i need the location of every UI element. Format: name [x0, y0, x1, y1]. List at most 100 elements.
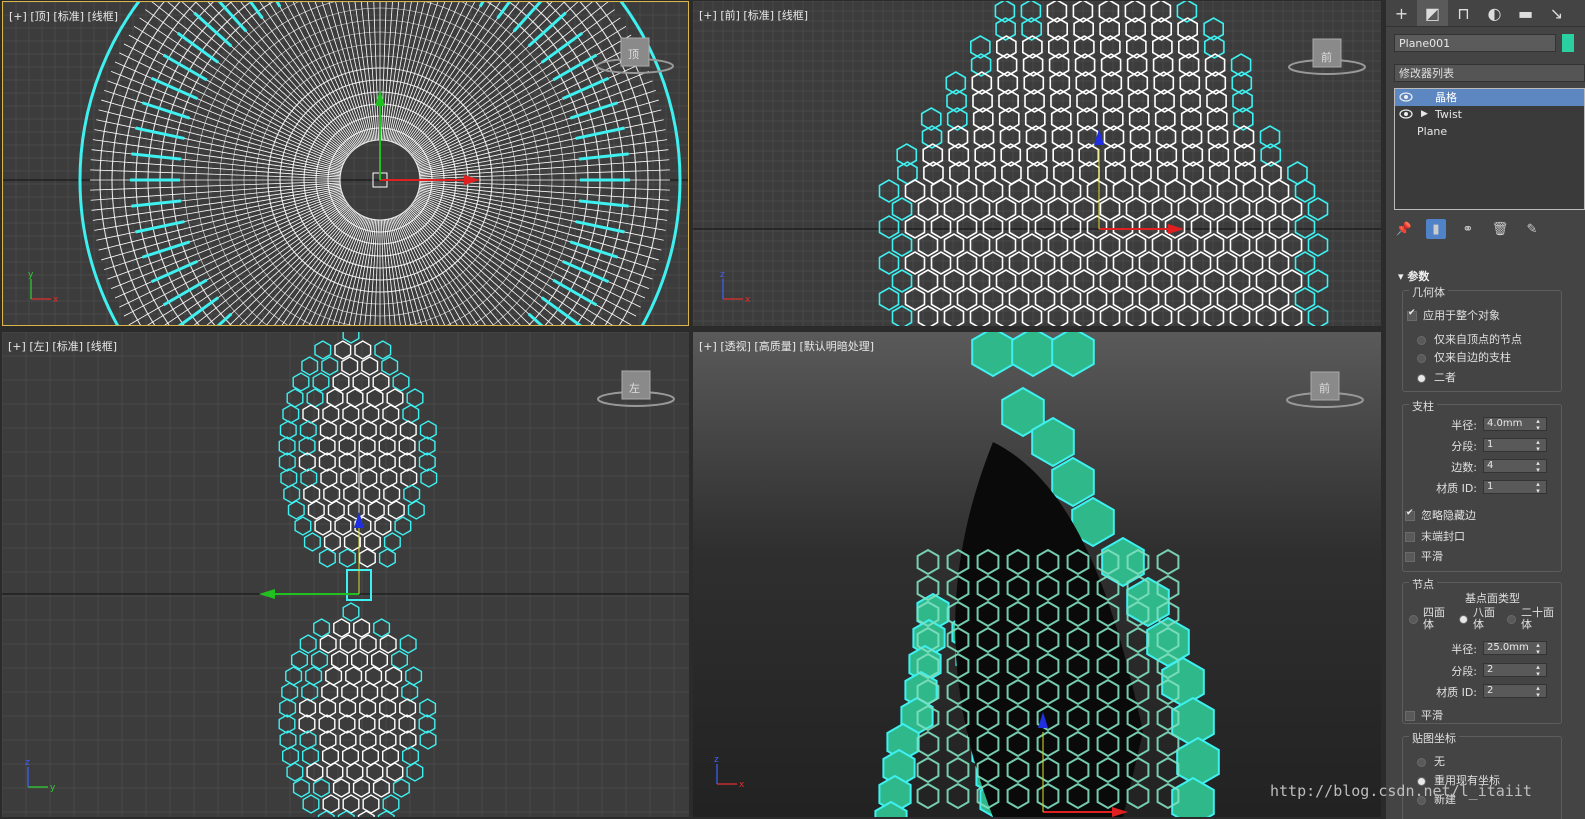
parameters-rollout-header[interactable]: ▾ 参数: [1398, 268, 1429, 284]
viewport-mode-label[interactable]: [默认明暗处理]: [800, 340, 875, 353]
checkbox-box[interactable]: [1407, 308, 1417, 321]
viewport-menu-plus[interactable]: [+]: [699, 9, 717, 22]
ignore-hidden-edges-checkbox[interactable]: 忽略隐藏边: [1405, 507, 1565, 523]
joint-segments-spinner[interactable]: 2: [1483, 663, 1547, 677]
lattice-hex-cell: [363, 484, 381, 504]
checkbox-box[interactable]: [1405, 552, 1415, 562]
radio-dot[interactable]: [1417, 353, 1426, 363]
viewport-front[interactable]: [+] [前] [标准] [线框] xz 前: [693, 1, 1381, 326]
checkbox-box[interactable]: [1405, 711, 1415, 721]
both-radio[interactable]: 二者: [1417, 369, 1577, 385]
strut-smooth-checkbox[interactable]: 平滑: [1405, 548, 1565, 564]
lattice-hex-cell: [1073, 197, 1095, 221]
lattice-hex-cell: [360, 468, 378, 488]
radio-dot[interactable]: [1459, 615, 1468, 624]
viewport-menu-plus[interactable]: [+]: [8, 340, 26, 353]
viewport-shading-label[interactable]: [标准]: [743, 9, 774, 22]
lattice-hex-cell: [1047, 233, 1069, 257]
configure-sets-icon[interactable]: ✎: [1522, 219, 1542, 239]
radio-dot[interactable]: [1417, 373, 1426, 383]
viewport-mode-label[interactable]: [线框]: [778, 9, 809, 22]
radio-dot[interactable]: [1409, 615, 1418, 624]
modifier-stack-item-twist[interactable]: ▶ Twist: [1395, 106, 1584, 123]
modifier-stack[interactable]: 晶格 ▶ Twist Plane: [1394, 88, 1585, 210]
end-caps-checkbox[interactable]: 末端封口: [1405, 528, 1565, 544]
modifier-stack-toolbar: 📌 ▮ ⚭ 🗑 ✎: [1394, 218, 1585, 240]
icosa-radio[interactable]: 二十面体: [1507, 607, 1563, 631]
lattice-hex-cell: [318, 452, 336, 472]
lattice-hex-cell: [956, 287, 978, 311]
lattice-hex-cell: [351, 650, 368, 670]
create-tab-icon[interactable]: +: [1386, 0, 1417, 26]
viewcube-face-label[interactable]: 前: [1321, 49, 1332, 65]
radio-dot[interactable]: [1507, 615, 1516, 624]
mapping-none-radio[interactable]: 无: [1417, 753, 1577, 769]
lattice-joint: [1051, 456, 1095, 508]
display-tab-icon[interactable]: ▬: [1510, 0, 1541, 26]
viewport-pov-label[interactable]: [顶]: [30, 10, 50, 23]
modifier-stack-item-lattice[interactable]: 晶格: [1395, 89, 1584, 106]
viewport-top[interactable]: [+] [顶] [标准] [线框] xy 顶: [2, 1, 689, 326]
struts-only-radio[interactable]: 仅来自边的支柱: [1417, 349, 1577, 365]
pin-stack-icon[interactable]: 📌: [1394, 219, 1414, 239]
octa-radio[interactable]: 八面体: [1459, 607, 1509, 631]
joint-radius-spinner[interactable]: 25.0mm: [1483, 641, 1547, 655]
modifier-list-dropdown[interactable]: 修改器列表: [1394, 64, 1585, 82]
strut-segments-spinner[interactable]: 1: [1483, 438, 1547, 452]
corner-axis-label: x: [53, 295, 59, 305]
viewport-pov-label[interactable]: [透视]: [720, 340, 751, 353]
checkbox-box[interactable]: [1405, 508, 1415, 521]
lattice-joint: [1011, 332, 1055, 378]
lattice-hex-cell: [303, 532, 321, 552]
viewcube-face-label[interactable]: 顶: [628, 46, 639, 62]
strut-radius-spinner[interactable]: 4.0mm: [1483, 417, 1547, 431]
radio-dot[interactable]: [1417, 757, 1426, 767]
radio-label: 四面体: [1423, 606, 1445, 631]
lattice-hex-cell: [342, 602, 360, 622]
strut-matid-spinner[interactable]: 1: [1483, 480, 1547, 494]
apply-to-entire-object-checkbox[interactable]: 应用于整个对象: [1407, 307, 1567, 323]
lattice-hex-cell: [1216, 251, 1238, 275]
checkbox-box[interactable]: [1405, 532, 1415, 542]
show-end-result-icon[interactable]: ▮: [1426, 219, 1446, 239]
viewcube-face-label[interactable]: 前: [1319, 380, 1330, 396]
viewport-left[interactable]: [+] [左] [标准] [线框] yz 左: [2, 332, 689, 817]
lattice-hex-cell: [1294, 251, 1316, 275]
lattice-hex-cell: [878, 215, 900, 239]
viewport-shading-label[interactable]: [高质量]: [754, 340, 796, 353]
lattice-hex-cell: [366, 762, 384, 782]
make-unique-icon[interactable]: ⚭: [1458, 219, 1478, 239]
object-color-swatch[interactable]: [1562, 34, 1574, 52]
radio-label: 无: [1434, 755, 1445, 768]
object-name-field[interactable]: Plane001: [1394, 34, 1556, 52]
viewport-shading-label[interactable]: [标准]: [52, 340, 83, 353]
modifier-stack-item-plane[interactable]: Plane: [1395, 123, 1584, 140]
viewport-mode-label[interactable]: [线框]: [88, 10, 119, 23]
modify-tab-icon[interactable]: ◩: [1417, 0, 1448, 26]
viewcube-face-label[interactable]: 左: [629, 380, 640, 396]
joints-only-radio[interactable]: 仅来自顶点的节点: [1417, 331, 1577, 347]
lattice-joint: [1176, 736, 1220, 788]
viewport-pov-label[interactable]: [前]: [720, 9, 740, 22]
viewport-menu-plus[interactable]: [+]: [9, 10, 27, 23]
lattice-hex-cell: [1099, 305, 1121, 326]
remove-modifier-icon[interactable]: 🗑: [1490, 219, 1510, 239]
joint-matid-spinner[interactable]: 2: [1483, 684, 1547, 698]
viewport-pov-label[interactable]: [左]: [29, 340, 49, 353]
strut-sides-spinner[interactable]: 4: [1483, 459, 1547, 473]
viewport-mode-label[interactable]: [线框]: [87, 340, 118, 353]
motion-tab-icon[interactable]: ◐: [1479, 0, 1510, 26]
viewport-shading-label[interactable]: [标准]: [53, 10, 84, 23]
utilities-tab-icon[interactable]: ↘: [1541, 0, 1572, 26]
hierarchy-tab-icon[interactable]: ⊓: [1448, 0, 1479, 26]
viewport-menu-plus[interactable]: [+]: [699, 340, 717, 353]
joint-smooth-checkbox[interactable]: 平滑: [1405, 707, 1565, 723]
group-title: 节点: [1409, 576, 1437, 592]
expand-triangle-icon[interactable]: ▶: [1421, 106, 1428, 123]
lattice-hex-cell: [943, 305, 965, 326]
tetra-radio[interactable]: 四面体: [1409, 607, 1459, 631]
radio-label: 仅来自边的支柱: [1434, 351, 1511, 364]
radio-dot[interactable]: [1417, 335, 1426, 345]
lattice-hex-cell: [374, 516, 392, 536]
viewport-perspective[interactable]: [+] [透视] [高质量] [默认明暗处理] xz 前: [693, 332, 1381, 817]
